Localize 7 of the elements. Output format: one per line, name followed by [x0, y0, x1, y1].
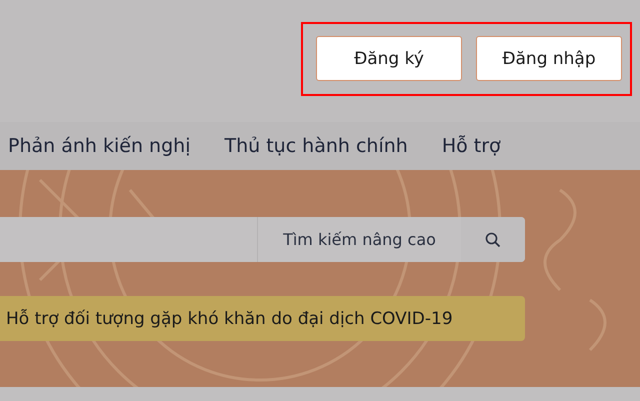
notice-banner[interactable]: Hỗ trợ đối tượng gặp khó khăn do đại dịch COVID-19: [0, 296, 525, 341]
nav-link[interactable]: Phản ánh kiến nghị: [8, 135, 190, 157]
nav-link[interactable]: Hỗ trợ: [442, 135, 501, 157]
nav-link[interactable]: Thủ tục hành chính: [224, 135, 408, 157]
search-icon: [485, 232, 501, 248]
register-button[interactable]: Đăng ký: [316, 36, 462, 81]
login-button[interactable]: Đăng nhập: [476, 36, 622, 81]
